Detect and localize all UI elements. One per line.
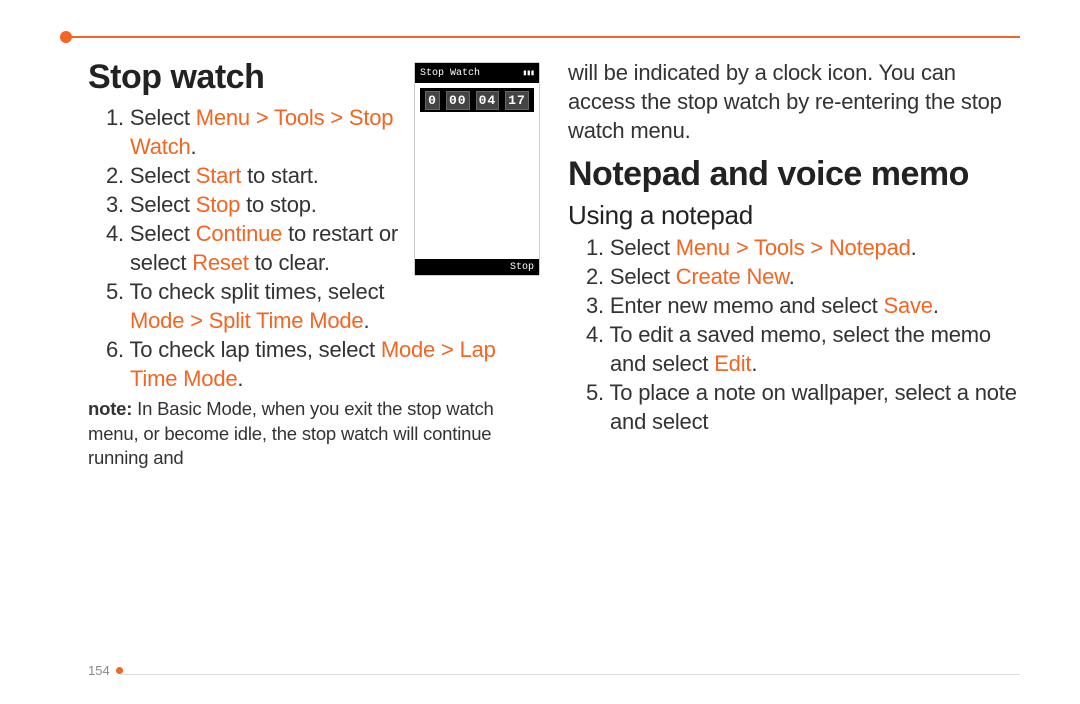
- timer-h: 0: [425, 91, 440, 110]
- stopwatch-timer: 0 00 04 17: [420, 88, 534, 112]
- timer-m: 00: [446, 91, 470, 110]
- stopwatch-note: note: In Basic Mode, when you exit the s…: [88, 397, 540, 470]
- footer-dot-icon: [116, 667, 123, 674]
- note-label: note:: [88, 398, 132, 419]
- continuation-text: will be indicated by a clock icon. You c…: [568, 58, 1020, 145]
- notepad-steps: Select Menu > Tools > Notepad. Select Cr…: [568, 233, 1020, 436]
- header-dot-icon: [60, 31, 72, 43]
- page-footer: 154: [88, 663, 123, 678]
- nstep-5: To place a note on wallpaper, select a n…: [586, 378, 1020, 436]
- nstep-4: To edit a saved memo, select the memo an…: [586, 320, 1020, 378]
- phone-statusbar: Stop Watch ▮▮▮: [415, 63, 539, 83]
- stopwatch-screenshot: Stop Watch ▮▮▮ 0 00 04 17 Stop: [414, 62, 540, 276]
- phone-softkey-bar: Stop: [415, 259, 539, 275]
- timer-s: 04: [476, 91, 500, 110]
- nstep-2: Select Create New.: [586, 262, 1020, 291]
- section-heading-notepad: Notepad and voice memo: [568, 155, 1020, 194]
- header-rule: [64, 36, 1020, 38]
- left-column: Stop Watch ▮▮▮ 0 00 04 17 Stop Stop watc…: [88, 58, 540, 664]
- step-6: To check lap times, select Mode > Lap Ti…: [106, 335, 540, 393]
- phone-softkey: Stop: [510, 262, 534, 273]
- step-5: To check split times, select Mode > Spli…: [106, 277, 540, 335]
- phone-title: Stop Watch: [420, 68, 480, 79]
- signal-icon: ▮▮▮: [523, 68, 534, 78]
- page-number: 154: [88, 663, 110, 678]
- nstep-1: Select Menu > Tools > Notepad.: [586, 233, 1020, 262]
- timer-cs: 17: [505, 91, 529, 110]
- footer-rule: [120, 674, 1020, 675]
- right-column: will be indicated by a clock icon. You c…: [568, 58, 1020, 664]
- page-content: Stop Watch ▮▮▮ 0 00 04 17 Stop Stop watc…: [88, 58, 1020, 664]
- subheading-notepad: Using a notepad: [568, 200, 1020, 231]
- nstep-3: Enter new memo and select Save.: [586, 291, 1020, 320]
